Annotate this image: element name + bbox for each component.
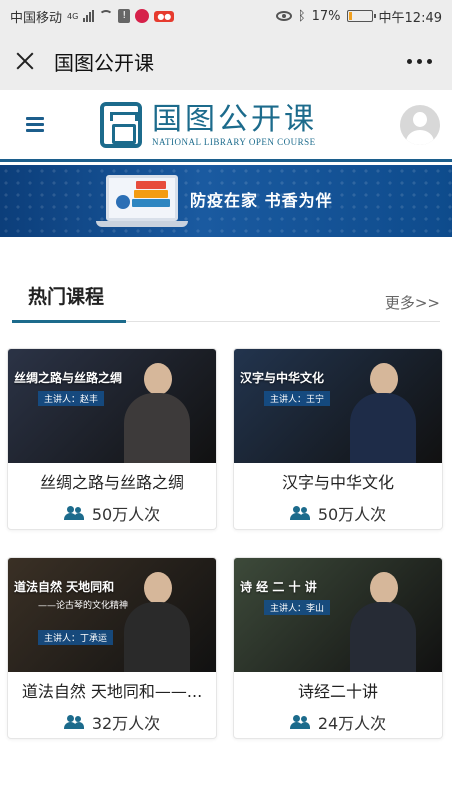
course-title: 汉字与中华文化 xyxy=(281,473,394,492)
coupon-notification-icon: ●● xyxy=(154,10,175,22)
thumbnail-lecturer: 主讲人：王宁 xyxy=(264,391,331,406)
section-title: 热门课程 xyxy=(28,286,105,308)
thumbnail-title: 道法自然 天地同和 xyxy=(14,580,115,594)
logo-english: NATIONAL LIBRARY OPEN COURSE xyxy=(152,136,316,147)
course-title: 丝绸之路与丝路之绸 xyxy=(39,473,184,492)
logo-text: 国图公开课 NATIONAL LIBRARY OPEN COURSE xyxy=(152,101,317,147)
course-stats: 50万人次 xyxy=(8,501,216,525)
lecturer-figure xyxy=(348,572,418,672)
status-bar-right: ᛒ 17% 中午12:49 xyxy=(275,7,442,26)
wifi-icon xyxy=(99,10,114,22)
thumbnail-lecturer: 主讲人：丁承运 xyxy=(38,630,114,645)
network-type: 4G xyxy=(67,11,79,21)
thumbnail-title: 汉字与中华文化 xyxy=(240,371,325,385)
status-bar-left: 中国移动 4G ! ●● xyxy=(10,7,175,26)
dot-icon xyxy=(427,58,432,64)
course-thumbnail: 汉字与中华文化 主讲人：王宁 xyxy=(234,349,442,463)
book-illustration xyxy=(136,181,166,189)
people-icon xyxy=(289,715,310,729)
course-thumbnail: 道法自然 天地同和 ——论古琴的文化精神 主讲人：丁承运 xyxy=(8,558,216,672)
people-icon xyxy=(63,715,84,729)
laptop-base-illustration xyxy=(96,221,188,227)
course-card[interactable]: 汉字与中华文化 主讲人：王宁 汉字与中华文化 50万人次 xyxy=(233,348,443,530)
thumbnail-lecturer: 主讲人：赵丰 xyxy=(38,391,105,406)
view-count: 50万人次 xyxy=(91,505,161,524)
more-options-button[interactable] xyxy=(401,53,438,70)
title-bar: 国图公开课 xyxy=(0,32,452,90)
user-avatar[interactable] xyxy=(400,104,440,145)
site-logo[interactable]: 国图公开课 NATIONAL LIBRARY OPEN COURSE xyxy=(100,101,317,148)
section-header: 热门课程 更多>> xyxy=(12,282,440,323)
people-icon xyxy=(63,506,84,520)
clock: 中午12:49 xyxy=(378,10,442,26)
view-count: 32万人次 xyxy=(91,714,161,733)
banner-text: 防疫在家 书香为伴 xyxy=(190,191,333,210)
battery-icon xyxy=(346,10,376,22)
thumbnail-lecturer: 主讲人：李山 xyxy=(264,600,331,615)
lecturer-figure xyxy=(122,363,192,463)
book-illustration xyxy=(134,190,168,198)
signal-icon xyxy=(83,10,95,22)
bluetooth-icon: ᛒ xyxy=(297,8,306,24)
eye-icon xyxy=(275,11,292,21)
course-thumbnail: 丝绸之路与丝路之绸 主讲人：赵丰 xyxy=(8,349,216,463)
promo-banner[interactable]: 防疫在家 书香为伴 xyxy=(0,165,452,237)
section-underline xyxy=(12,320,126,323)
thumbnail-subtitle: ——论古琴的文化精神 xyxy=(38,601,129,611)
library-seal-icon xyxy=(100,101,142,148)
thumbnail-title: 丝绸之路与丝路之绸 xyxy=(14,371,123,385)
course-stats: 32万人次 xyxy=(8,710,216,734)
app-notification-icon xyxy=(135,9,150,23)
battery-percent: 17% xyxy=(311,8,341,24)
thumbnail-title: 诗 经 二 十 讲 xyxy=(240,580,317,594)
view-count: 24万人次 xyxy=(317,714,387,733)
dot-icon xyxy=(417,58,422,64)
people-icon xyxy=(289,506,310,520)
book-illustration xyxy=(132,199,170,207)
more-link[interactable]: 更多>> xyxy=(385,292,440,313)
dot-icon xyxy=(407,58,412,64)
course-stats: 24万人次 xyxy=(234,710,442,734)
page-title: 国图公开课 xyxy=(54,50,154,75)
close-icon[interactable] xyxy=(14,50,36,72)
menu-icon[interactable] xyxy=(26,117,44,132)
play-icon xyxy=(116,195,130,209)
course-card[interactable]: 道法自然 天地同和 ——论古琴的文化精神 主讲人：丁承运 道法自然 天地同和——… xyxy=(7,557,217,739)
view-count: 50万人次 xyxy=(317,505,387,524)
course-card[interactable]: 诗 经 二 十 讲 主讲人：李山 诗经二十讲 24万人次 xyxy=(233,557,443,739)
logo-chinese: 国图公开课 xyxy=(152,101,317,137)
course-stats: 50万人次 xyxy=(234,501,442,525)
course-title: 诗经二十讲 xyxy=(297,682,378,701)
status-bar: 中国移动 4G ! ●● ᛒ 17% 中午12:49 xyxy=(0,0,452,32)
lecturer-figure xyxy=(348,363,418,463)
warning-icon: ! xyxy=(118,9,131,23)
course-title: 道法自然 天地同和——... xyxy=(21,682,203,701)
course-card[interactable]: 丝绸之路与丝路之绸 主讲人：赵丰 丝绸之路与丝路之绸 50万人次 xyxy=(7,348,217,530)
course-thumbnail: 诗 经 二 十 讲 主讲人：李山 xyxy=(234,558,442,672)
site-header: 国图公开课 NATIONAL LIBRARY OPEN COURSE xyxy=(0,90,452,162)
lecturer-figure xyxy=(122,572,192,672)
carrier-label: 中国移动 xyxy=(10,10,63,26)
